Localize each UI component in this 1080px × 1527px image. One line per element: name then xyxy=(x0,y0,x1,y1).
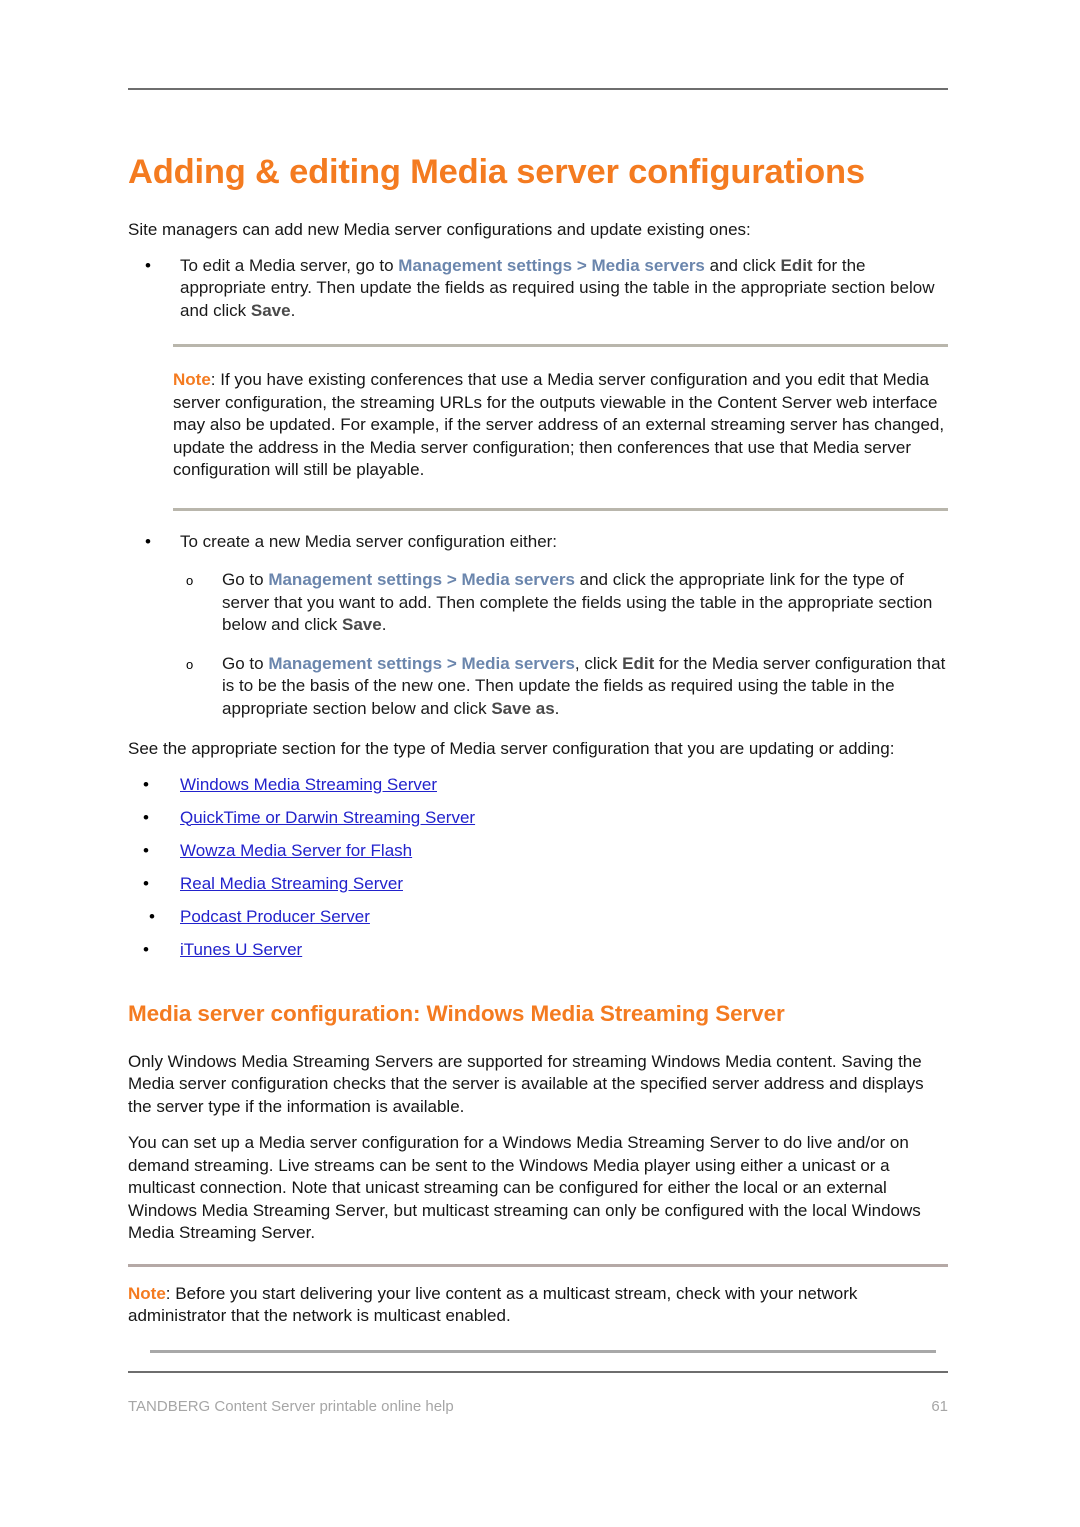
link-itunes-u-server[interactable]: iTunes U Server xyxy=(180,940,302,959)
list-item-link[interactable]: • Windows Media Streaming Server xyxy=(128,774,948,797)
list-item-text: To create a new Media server configurati… xyxy=(180,531,558,551)
link-podcast-producer-server[interactable]: Podcast Producer Server xyxy=(180,907,370,926)
note-body: : If you have existing conferences that … xyxy=(173,370,945,479)
link-quicktime-or-darwin-streaming-server[interactable]: QuickTime or Darwin Streaming Server xyxy=(180,808,475,827)
sub-list-item-text: Go to Management settings > Media server… xyxy=(222,570,932,634)
link-wowza-media-server-for-flash[interactable]: Wowza Media Server for Flash xyxy=(180,841,412,860)
edit-keyword: Edit xyxy=(780,255,813,275)
bullet-icon: • xyxy=(143,840,149,860)
sub2-part1: Go to xyxy=(222,653,269,673)
circle-bullet-icon: o xyxy=(186,573,194,588)
list-item-link[interactable]: • iTunes U Server xyxy=(128,939,948,962)
circle-bullet-icon: o xyxy=(186,656,194,672)
link-real-media-streaming-server[interactable]: Real Media Streaming Server xyxy=(180,874,403,893)
section-paragraph-1: Only Windows Media Streaming Servers are… xyxy=(128,1051,924,1116)
list-item-link[interactable]: • Podcast Producer Server xyxy=(128,906,948,929)
edit-keyword: Edit xyxy=(622,653,655,673)
list-item: • To edit a Media server, go to Manageme… xyxy=(128,255,948,323)
bullet1-part2: and click xyxy=(704,255,781,275)
sub-list-item: o Go to Management settings > Media serv… xyxy=(128,653,948,721)
note-text: Note: If you have existing conferences t… xyxy=(173,347,948,508)
note-bottom-rule xyxy=(150,1349,936,1353)
page-number: 61 xyxy=(931,1398,948,1415)
bullet-icon: • xyxy=(143,939,149,959)
list-item-link[interactable]: • Wowza Media Server for Flash xyxy=(128,840,948,863)
link-windows-media-streaming-server[interactable]: Windows Media Streaming Server xyxy=(180,775,437,794)
sub-list-item-text: Go to Management settings > Media server… xyxy=(222,654,945,718)
save-as-keyword: Save as xyxy=(491,698,555,718)
footer-rule xyxy=(128,1371,948,1373)
page-footer: TANDBERG Content Server printable online… xyxy=(128,1398,948,1415)
note-body: : Before you start delivering your live … xyxy=(128,1283,858,1326)
section-heading: Media server configuration: Windows Medi… xyxy=(128,1000,785,1026)
intro-paragraph: Site managers can add new Media server c… xyxy=(128,220,751,239)
note-label: Note xyxy=(128,1283,166,1303)
sub-list-item: o Go to Management settings > Media serv… xyxy=(128,569,948,637)
ui-path-reference: Management settings > Media servers xyxy=(398,255,705,275)
sub2-part2: , click xyxy=(574,653,623,673)
bullet-icon: • xyxy=(143,807,149,827)
ui-path-reference: Management settings > Media servers xyxy=(268,653,575,673)
page-title: Adding & editing Media server configurat… xyxy=(128,153,865,191)
sub2-part4: . xyxy=(554,698,560,718)
bullet-icon: • xyxy=(145,255,151,275)
note-callout: Note: If you have existing conferences t… xyxy=(173,344,948,511)
bullet-icon: • xyxy=(143,873,149,893)
bullet1-part1: To edit a Media server, go to xyxy=(180,255,399,275)
list-item-link[interactable]: • QuickTime or Darwin Streaming Server xyxy=(128,807,948,830)
section-paragraph-2: You can set up a Media server configurat… xyxy=(128,1133,921,1242)
list-item: • To create a new Media server configura… xyxy=(128,531,948,554)
bullet-icon: • xyxy=(143,774,149,794)
note-text: Note: Before you start delivering your l… xyxy=(128,1267,948,1350)
save-keyword: Save xyxy=(342,615,382,634)
bullet-icon: • xyxy=(145,531,151,551)
see-also-intro: See the appropriate section for the type… xyxy=(128,739,895,758)
ui-path-reference: Management settings > Media servers xyxy=(268,570,575,589)
list-item-link[interactable]: • Real Media Streaming Server xyxy=(128,873,948,896)
page-content: Adding & editing Media server configurat… xyxy=(128,0,948,1353)
document-page: Adding & editing Media server configurat… xyxy=(0,0,1080,1527)
note-label: Note xyxy=(173,370,211,389)
sub1-part3: . xyxy=(381,615,387,634)
sub1-part1: Go to xyxy=(222,570,269,589)
save-keyword: Save xyxy=(250,300,291,320)
list-item-text: To edit a Media server, go to Management… xyxy=(180,256,934,320)
note-callout: Note: Before you start delivering your l… xyxy=(128,1263,948,1353)
bullet-icon: • xyxy=(149,906,155,926)
bullet1-part4: . xyxy=(290,300,296,320)
footer-text: TANDBERG Content Server printable online… xyxy=(128,1398,454,1415)
